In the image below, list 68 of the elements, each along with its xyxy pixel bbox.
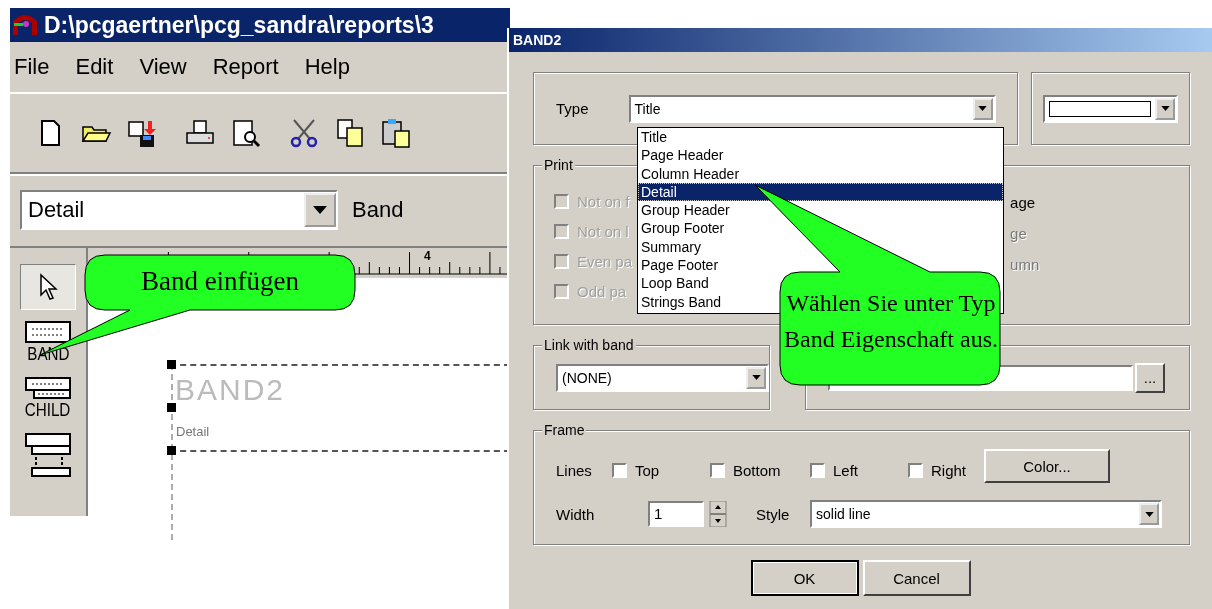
- link-dropdown[interactable]: (NONE): [556, 363, 769, 392]
- spinner-arrows[interactable]: [706, 501, 730, 527]
- caret-icon: [1160, 106, 1170, 111]
- paste-icon[interactable]: [380, 117, 412, 149]
- child-band-icon: [24, 376, 72, 400]
- type-dropdown[interactable]: Title: [628, 94, 996, 123]
- group-band-icon: [24, 432, 72, 480]
- checkbox[interactable]: [612, 462, 627, 478]
- dropdown-option[interactable]: Column Header: [638, 164, 1003, 183]
- color-dropdown[interactable]: [1043, 94, 1178, 123]
- width-label: Width: [556, 505, 596, 523]
- pointer-icon: [38, 273, 58, 301]
- checkbox-label: Right: [931, 461, 967, 479]
- band-label: Band: [352, 197, 404, 223]
- resize-handle[interactable]: [167, 446, 176, 455]
- dropdown-option[interactable]: Page Header: [638, 146, 1003, 165]
- dialog-button[interactable]: OK: [750, 560, 859, 596]
- caret-icon: [1144, 511, 1154, 517]
- dropdown-option[interactable]: Group Header: [638, 201, 1003, 220]
- width-field[interactable]: 1: [648, 501, 704, 527]
- dialog-button[interactable]: Cancel: [862, 560, 971, 596]
- ruler-label: 4: [424, 249, 431, 263]
- dropdown-option[interactable]: Title: [638, 128, 1003, 147]
- copy-icon[interactable]: [334, 117, 366, 149]
- resize-handle[interactable]: [167, 360, 176, 369]
- caret-icon: [751, 375, 761, 380]
- style-label: Style: [756, 505, 791, 523]
- print-preview-icon[interactable]: [230, 117, 262, 149]
- checkbox-label: Left: [833, 461, 859, 479]
- caret-icon: [978, 106, 988, 111]
- type-label: Type: [556, 100, 589, 117]
- menu-item[interactable]: Report: [212, 54, 279, 80]
- checkbox[interactable]: [908, 462, 923, 478]
- browse-button[interactable]: ...: [1135, 362, 1165, 393]
- checkbox-label: umn: [1010, 255, 1040, 273]
- window-title: D:\pcgaertner\pcg_sandra\reports\3: [44, 11, 434, 39]
- checkbox-label: ge: [1010, 224, 1027, 242]
- dropdown-option[interactable]: Group Footer: [638, 219, 1003, 238]
- resize-handle[interactable]: [167, 403, 176, 412]
- cut-icon[interactable]: [288, 117, 320, 149]
- dropdown-option[interactable]: Summary: [638, 237, 1003, 257]
- menu-item[interactable]: Edit: [75, 54, 114, 80]
- lines-label: Lines: [556, 461, 593, 479]
- group-title: Frame: [542, 422, 587, 438]
- menu-item[interactable]: View: [139, 54, 187, 80]
- menu-item[interactable]: Help: [304, 54, 350, 80]
- checkbox[interactable]: [810, 462, 825, 478]
- band-name: BAND2: [175, 373, 286, 407]
- checkbox[interactable]: [710, 462, 725, 478]
- callout-text: Wählen Sie unter Typ Band Eigenschaft aus.: [783, 289, 999, 354]
- dropdown-option[interactable]: Detail: [638, 182, 1003, 202]
- tool-button[interactable]: CHILD: [17, 374, 79, 422]
- checkbox-label: Bottom: [733, 461, 781, 479]
- checkbox-label: age: [1010, 193, 1036, 211]
- dialog-title: BAND2: [513, 32, 562, 48]
- dropdown-option[interactable]: Page Footer: [638, 256, 1003, 275]
- group-title: Print: [542, 157, 575, 173]
- callout-text: Band einfügen: [139, 265, 301, 298]
- band-icon: [24, 320, 72, 344]
- group-title: Link with band: [542, 337, 636, 353]
- tool-button[interactable]: [20, 264, 76, 310]
- caret-icon: [313, 206, 327, 214]
- band-type: Detail: [176, 424, 210, 439]
- band-dropdown[interactable]: Detail: [20, 190, 338, 230]
- color-button[interactable]: Color...: [984, 449, 1110, 483]
- style-dropdown[interactable]: solid line: [810, 500, 1162, 528]
- menu-item[interactable]: File: [14, 54, 50, 80]
- checkbox-label: Top: [635, 461, 660, 479]
